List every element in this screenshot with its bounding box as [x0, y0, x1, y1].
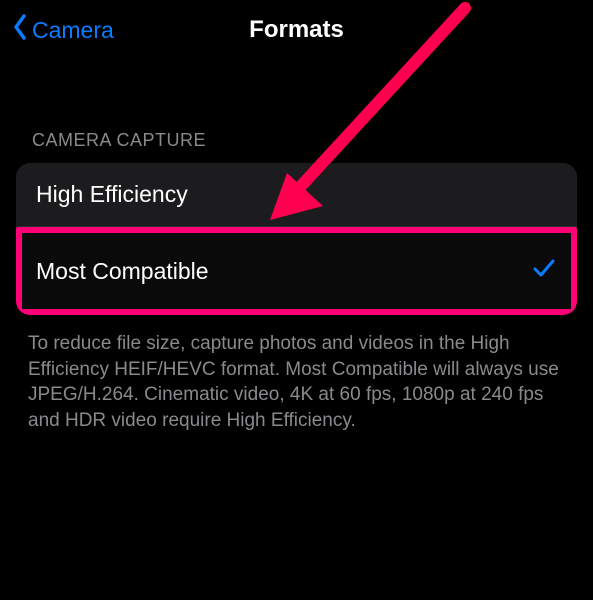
- option-label: Most Compatible: [36, 258, 209, 285]
- option-high-efficiency[interactable]: High Efficiency: [16, 163, 577, 227]
- chevron-left-icon: [12, 13, 32, 47]
- section-footer-text: To reduce file size, capture photos and …: [0, 315, 593, 434]
- format-options-list: High Efficiency Most Compatible: [16, 163, 577, 315]
- back-label: Camera: [32, 17, 114, 44]
- checkmark-icon: [531, 255, 557, 287]
- section-header-camera-capture: CAMERA CAPTURE: [0, 60, 593, 163]
- back-button[interactable]: Camera: [12, 0, 114, 60]
- page-title: Formats: [249, 16, 344, 44]
- option-most-compatible[interactable]: Most Compatible: [16, 227, 577, 315]
- option-label: High Efficiency: [36, 181, 188, 208]
- navigation-bar: Camera Formats: [0, 0, 593, 60]
